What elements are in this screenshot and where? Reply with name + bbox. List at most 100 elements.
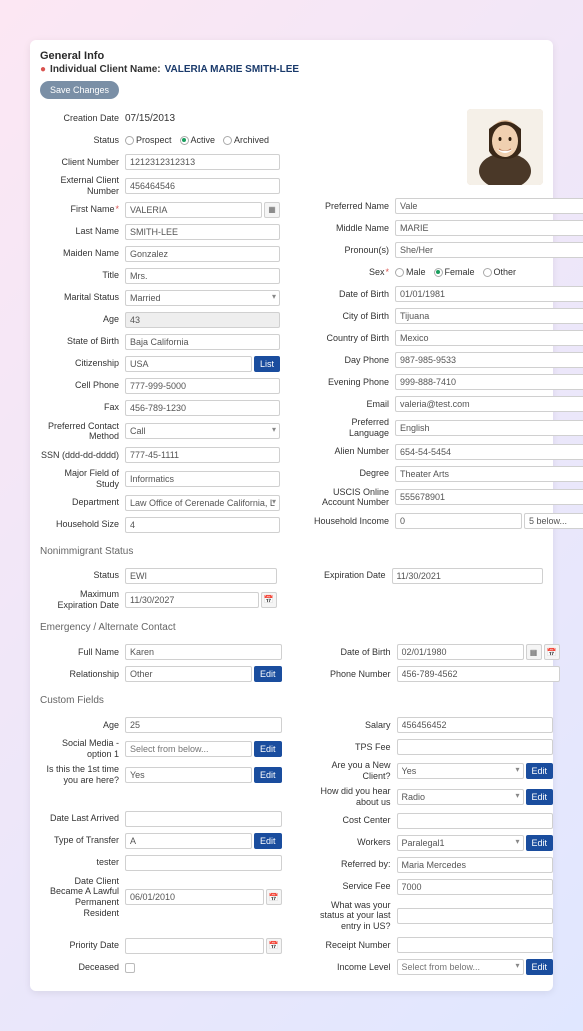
label-ec-phone: Phone Number — [312, 669, 397, 680]
input-ssn[interactable] — [125, 447, 280, 463]
grid-icon[interactable]: ▦ — [526, 644, 542, 660]
radio-archived[interactable]: Archived — [223, 135, 269, 145]
input-cell-phone[interactable] — [125, 378, 280, 394]
label-type-transfer: Type of Transfer — [40, 835, 125, 846]
input-ec-phone[interactable] — [397, 666, 560, 682]
radio-male[interactable]: Male — [395, 267, 426, 277]
input-day-phone[interactable] — [395, 352, 583, 368]
input-ec-fullname[interactable] — [125, 644, 282, 660]
select-how-hear[interactable] — [397, 789, 524, 805]
input-dob[interactable] — [395, 286, 583, 302]
input-fax[interactable] — [125, 400, 280, 416]
select-workers[interactable] — [397, 835, 524, 851]
input-city-of-birth[interactable] — [395, 308, 583, 324]
input-tester[interactable] — [125, 855, 282, 871]
input-referred-by[interactable] — [397, 857, 554, 873]
label-first-name: First Name — [40, 204, 125, 215]
input-title[interactable] — [125, 268, 280, 284]
value-creation-date: 07/15/2013 — [125, 113, 175, 124]
label-external-client-number: External Client Number — [40, 175, 125, 197]
edit-button-new-client[interactable]: Edit — [526, 763, 554, 779]
input-uscis-account[interactable] — [395, 489, 583, 505]
input-tps-fee[interactable] — [397, 739, 554, 755]
input-max-exp-date[interactable] — [125, 592, 259, 608]
input-salary[interactable] — [397, 717, 554, 733]
input-date-lpr[interactable] — [125, 889, 264, 905]
edit-button-social[interactable]: Edit — [254, 741, 282, 757]
input-alien-number[interactable] — [395, 444, 583, 460]
select-social-media[interactable] — [125, 741, 252, 757]
input-preferred-name[interactable] — [395, 198, 583, 214]
select-new-client[interactable] — [397, 763, 524, 779]
input-cf-age[interactable] — [125, 717, 282, 733]
list-button-citizenship[interactable]: List — [254, 356, 280, 372]
label-sex: Sex — [310, 267, 395, 278]
label-city-of-birth: City of Birth — [310, 311, 395, 322]
select-income-level[interactable] — [397, 959, 524, 975]
edit-button-transfer[interactable]: Edit — [254, 833, 282, 849]
label-department: Department — [40, 497, 125, 508]
edit-button-first-time[interactable]: Edit — [254, 767, 282, 783]
input-household-income[interactable] — [395, 513, 522, 529]
calendar-icon[interactable]: 📅 — [261, 592, 277, 608]
label-maiden-name: Maiden Name — [40, 248, 125, 259]
edit-button-how-hear[interactable]: Edit — [526, 789, 554, 805]
input-ec-dob[interactable] — [397, 644, 524, 660]
label-preferred-contact: Preferred Contact Method — [40, 421, 125, 443]
label-date-lpr: Date Client Became A Lawful Permanent Re… — [40, 876, 125, 919]
input-major-field[interactable] — [125, 471, 280, 487]
input-receipt-number[interactable] — [397, 937, 554, 953]
checkbox-deceased[interactable] — [125, 963, 135, 973]
label-degree: Degree — [310, 468, 395, 479]
edit-button-workers[interactable]: Edit — [526, 835, 554, 851]
calendar-icon[interactable]: 📅 — [544, 644, 560, 660]
input-client-number[interactable] — [125, 154, 280, 170]
input-ec-relationship[interactable] — [125, 666, 252, 682]
label-ec-relationship: Relationship — [40, 669, 125, 680]
input-household-size[interactable] — [125, 517, 280, 533]
input-status-last-entry[interactable] — [397, 908, 554, 924]
label-max-exp-date: Maximum Expiration Date — [40, 589, 125, 611]
input-external-client-number[interactable] — [125, 178, 280, 194]
radio-other[interactable]: Other — [483, 267, 517, 277]
edit-button-income-level[interactable]: Edit — [526, 959, 554, 975]
input-last-name[interactable] — [125, 224, 280, 240]
select-income-range[interactable] — [524, 513, 583, 529]
input-degree[interactable] — [395, 466, 583, 482]
select-first-time[interactable] — [125, 767, 252, 783]
input-ni-status[interactable] — [125, 568, 277, 584]
select-preferred-contact[interactable] — [125, 423, 280, 439]
input-middle-name[interactable] — [395, 220, 583, 236]
input-service-fee[interactable] — [397, 879, 554, 895]
label-tps-fee: TPS Fee — [312, 742, 397, 753]
input-first-name[interactable] — [125, 202, 262, 218]
label-referred-by: Referred by: — [312, 859, 397, 870]
input-maiden-name[interactable] — [125, 246, 280, 262]
label-title: Title — [40, 270, 125, 281]
select-department[interactable] — [125, 495, 280, 511]
input-cost-center[interactable] — [397, 813, 554, 829]
radio-female[interactable]: Female — [434, 267, 475, 277]
input-date-last-arrived[interactable] — [125, 811, 282, 827]
select-pronouns[interactable] — [395, 242, 583, 258]
input-evening-phone[interactable] — [395, 374, 583, 390]
input-state-of-birth[interactable] — [125, 334, 280, 350]
calendar-icon[interactable]: 📅 — [266, 938, 282, 954]
grid-icon[interactable]: ▦ — [264, 202, 280, 218]
select-marital-status[interactable] — [125, 290, 280, 306]
input-priority-date[interactable] — [125, 938, 264, 954]
radio-prospect[interactable]: Prospect — [125, 135, 172, 145]
label-ec-dob: Date of Birth — [312, 647, 397, 658]
input-preferred-language[interactable] — [395, 420, 583, 436]
label-exp-date: Expiration Date — [307, 570, 392, 581]
input-type-transfer[interactable] — [125, 833, 252, 849]
save-changes-button[interactable]: Save Changes — [40, 81, 119, 99]
calendar-icon[interactable]: 📅 — [266, 889, 282, 905]
input-email[interactable] — [395, 396, 583, 412]
radio-active[interactable]: Active — [180, 135, 216, 145]
input-exp-date[interactable] — [392, 568, 544, 584]
edit-button-relationship[interactable]: Edit — [254, 666, 282, 682]
input-citizenship[interactable] — [125, 356, 252, 372]
select-country-of-birth[interactable] — [395, 330, 583, 346]
label-evening-phone: Evening Phone — [310, 377, 395, 388]
